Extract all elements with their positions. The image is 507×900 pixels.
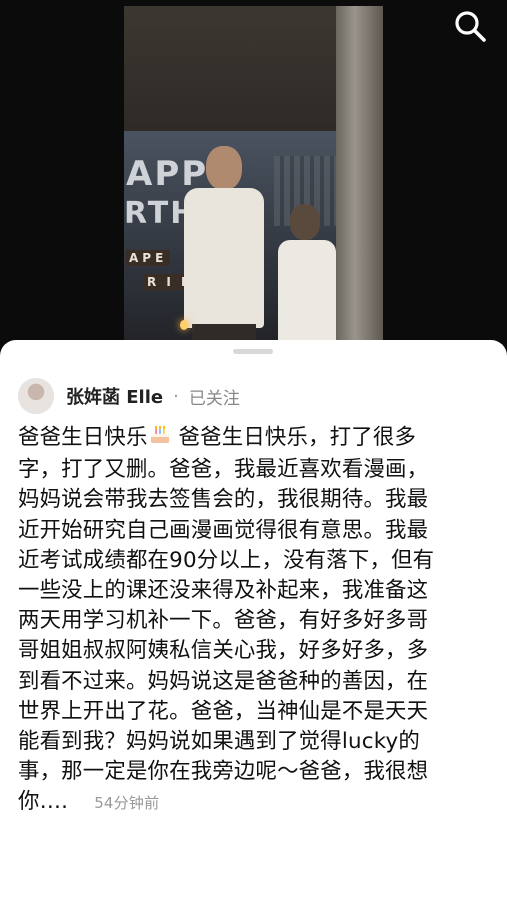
search-icon[interactable]: [452, 8, 488, 44]
post-line: 一些没上的课还没来得及补起来，我准备这: [18, 578, 429, 604]
birthday-banner-top: APE: [126, 250, 171, 266]
sheet-drag-handle[interactable]: [233, 349, 273, 354]
post-header: 张姩菡 Elle · 已关注: [18, 378, 240, 414]
post-line: 爸爸生日快乐 爸爸生日快乐，打了很多: [18, 422, 502, 455]
video-person-girl: [274, 204, 340, 360]
post-line: 字，打了又删。爸爸，我最近喜欢看漫画，: [18, 457, 429, 483]
post-line: 能看到我？妈妈说如果遇到了觉得lucky的: [18, 729, 420, 755]
post-line: 近考试成绩都在90分以上，没有落下，但有: [18, 547, 435, 573]
author-name[interactable]: 张姩菡 Elle: [66, 383, 163, 409]
avatar[interactable]: [18, 378, 54, 414]
post-line: 妈妈说会带我去签售会的，我很期待。我最: [18, 487, 429, 513]
video-curtain: [336, 6, 383, 360]
post-line-last: 你…. 54分钟前: [18, 789, 160, 815]
post-body: 爸爸生日快乐 爸爸生日快乐，打了很多 字，打了又删。爸爸，我最近喜欢看漫画， 妈…: [18, 422, 502, 819]
post-line: 到看不过来。妈妈说这是爸爸种的善因，在: [18, 668, 429, 694]
header-separator: ·: [173, 385, 179, 407]
comment-sheet: 张姩菡 Elle · 已关注 爸爸生日快乐 爸爸生日快乐，打了很多 字，打了又删…: [0, 340, 507, 900]
post-line: 世界上开出了花。爸爸，当神仙是不是天天: [18, 698, 429, 724]
follow-status-button[interactable]: 已关注: [189, 384, 240, 409]
post-line: 近开始研究自己画漫画觉得很有意思。我最: [18, 517, 429, 543]
post-timestamp: 54分钟前: [94, 794, 160, 813]
post-line: 哥姐姐叔叔阿姨私信关心我，好多好多，多: [18, 638, 429, 664]
birthday-cake-icon: [148, 422, 172, 455]
candle-flame: [180, 320, 188, 330]
video-frame: APP RTH APE R I H: [124, 6, 383, 360]
post-line: 两天用学习机补一下。爸爸，有好多好多哥: [18, 608, 429, 634]
video-person-father: [184, 146, 264, 360]
video-player[interactable]: APP RTH APE R I H: [0, 0, 507, 360]
post-line: 事，那一定是你在我旁边呢～爸爸，我很想: [18, 759, 429, 785]
